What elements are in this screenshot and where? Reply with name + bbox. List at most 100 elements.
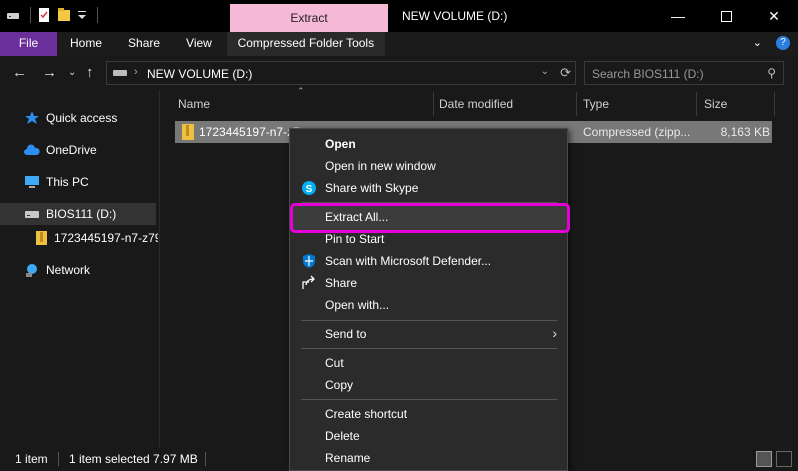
title-bar: Extract NEW VOLUME (D:) — ✕ (0, 0, 798, 32)
search-icon: ⚲ (767, 66, 776, 80)
chevron-right-icon: › (552, 325, 557, 341)
menu-item-rename[interactable]: Rename (290, 447, 567, 469)
context-menu: Open Open in new window S Share with Sky… (289, 128, 570, 471)
new-folder-icon[interactable] (57, 7, 71, 23)
details-view-icon[interactable] (756, 451, 772, 467)
menu-item-label: Open with... (325, 298, 390, 312)
close-button[interactable]: ✕ (750, 0, 798, 32)
drive-icon (25, 211, 39, 218)
cloud-icon (24, 144, 40, 155)
menu-item-copy[interactable]: Copy (290, 374, 567, 396)
column-separator[interactable] (576, 92, 577, 116)
menu-item-label: Open (325, 137, 356, 151)
sidebar-item-quick-access[interactable]: Quick access (0, 107, 156, 129)
recent-locations-icon[interactable]: ⌄ (68, 67, 76, 78)
sidebar-item-onedrive[interactable]: OneDrive (0, 139, 156, 161)
column-header-type[interactable]: Type (583, 92, 609, 116)
menu-item-share[interactable]: Share (290, 272, 567, 294)
sidebar-item-label: BIOS111 (D:) (46, 207, 117, 221)
minimize-button[interactable]: — (654, 0, 702, 32)
column-separator[interactable] (433, 92, 434, 116)
sidebar-item-zip-file[interactable]: 1723445197-n7-z79x (0, 227, 158, 249)
menu-item-send-to[interactable]: Send to › (290, 323, 567, 345)
tab-share[interactable]: Share (115, 32, 173, 56)
menu-item-scan-defender[interactable]: Scan with Microsoft Defender... (290, 250, 567, 272)
menu-item-label: Cut (325, 356, 344, 370)
ribbon-tabs: File Home Share View Compressed Folder T… (0, 32, 798, 56)
menu-item-cut[interactable]: Cut (290, 352, 567, 374)
address-bar[interactable]: › NEW VOLUME (D:) ⌄ ⟳ (106, 61, 576, 85)
search-input[interactable]: Search BIOS111 (D:) ⚲ (584, 61, 784, 85)
tab-compressed-folder-tools[interactable]: Compressed Folder Tools (226, 32, 385, 56)
menu-item-open[interactable]: Open (290, 133, 567, 155)
properties-icon[interactable] (37, 7, 51, 23)
menu-item-label: Open in new window (325, 159, 436, 173)
column-header-size[interactable]: Size (704, 92, 727, 116)
navigation-pane: Quick access OneDrive This PC BIOS111 (D… (0, 90, 160, 447)
menu-separator (301, 399, 557, 400)
tab-file[interactable]: File (0, 32, 57, 56)
skype-icon: S (302, 181, 316, 195)
menu-item-label: Create shortcut (325, 407, 408, 421)
menu-item-pin-to-start[interactable]: Pin to Start (290, 228, 567, 250)
item-count: 1 item (15, 452, 48, 466)
share-icon (302, 275, 315, 289)
chevron-down-icon[interactable]: ⌄ (541, 66, 549, 77)
help-icon[interactable]: ? (776, 36, 790, 50)
menu-item-label: Send to (325, 327, 367, 341)
ribbon-right-controls: ⌄ ? (753, 36, 790, 50)
sidebar-item-bios111[interactable]: BIOS111 (D:) (0, 203, 156, 225)
menu-item-open-with[interactable]: Open with... (290, 294, 567, 316)
expand-ribbon-icon[interactable]: ⌄ (753, 36, 762, 50)
column-header-date-modified[interactable]: Date modified (439, 92, 513, 116)
sort-ascending-icon: ⌃ (297, 86, 305, 96)
sidebar-item-label: This PC (46, 175, 89, 189)
back-icon[interactable]: ← (12, 64, 27, 81)
drive-icon[interactable] (6, 9, 20, 21)
address-row: ← → ⌄ ↑ › NEW VOLUME (D:) ⌄ ⟳ Search BIO… (0, 56, 798, 90)
menu-item-label: Share (325, 276, 358, 290)
zip-folder-icon (182, 124, 194, 140)
menu-item-label: Share with Skype (325, 181, 419, 195)
address-path[interactable]: NEW VOLUME (D:) (147, 67, 252, 81)
zip-folder-icon (36, 231, 47, 245)
menu-item-label: Scan with Microsoft Defender... (325, 254, 492, 268)
tab-home[interactable]: Home (57, 32, 115, 56)
sidebar-item-label: Quick access (46, 111, 118, 125)
menu-item-label: Pin to Start (325, 232, 385, 246)
sidebar-item-network[interactable]: Network (0, 259, 156, 281)
up-icon[interactable]: ↑ (86, 64, 94, 81)
menu-item-label: Extract All... (325, 210, 389, 224)
column-separator[interactable] (774, 92, 775, 116)
large-icons-view-icon[interactable] (776, 451, 792, 467)
menu-separator (301, 320, 557, 321)
maximize-button[interactable] (702, 0, 750, 32)
context-header-extract: Extract (230, 4, 388, 32)
status-separator (58, 452, 59, 466)
menu-item-label: Rename (325, 451, 371, 465)
column-header-name[interactable]: Name (178, 92, 210, 116)
quick-access-toolbar (6, 7, 98, 23)
file-type: Compressed (zipp... (583, 125, 691, 139)
sidebar-item-label: 1723445197-n7-z79x (54, 231, 158, 245)
menu-item-delete[interactable]: Delete (290, 425, 567, 447)
menu-item-create-shortcut[interactable]: Create shortcut (290, 403, 567, 425)
forward-icon[interactable]: → (42, 64, 57, 81)
column-separator[interactable] (696, 92, 697, 116)
refresh-icon[interactable]: ⟳ (560, 65, 571, 81)
file-name: 1723445197-n7-z7 (199, 125, 300, 139)
sidebar-item-label: Network (46, 263, 91, 277)
menu-item-share-with-skype[interactable]: S Share with Skype (290, 177, 567, 199)
menu-item-open-new-window[interactable]: Open in new window (290, 155, 567, 177)
view-buttons (756, 451, 792, 467)
menu-item-label: Delete (325, 429, 360, 443)
sidebar-item-label: OneDrive (46, 143, 97, 157)
star-icon (25, 111, 39, 124)
tab-view[interactable]: View (173, 32, 225, 56)
chevron-right-icon[interactable]: › (134, 66, 138, 78)
window-controls: — ✕ (654, 0, 798, 32)
defender-shield-icon (303, 254, 315, 268)
sidebar-item-this-pc[interactable]: This PC (0, 171, 156, 193)
menu-item-extract-all[interactable]: Extract All... (290, 206, 567, 228)
customize-toolbar-icon[interactable] (77, 9, 87, 21)
